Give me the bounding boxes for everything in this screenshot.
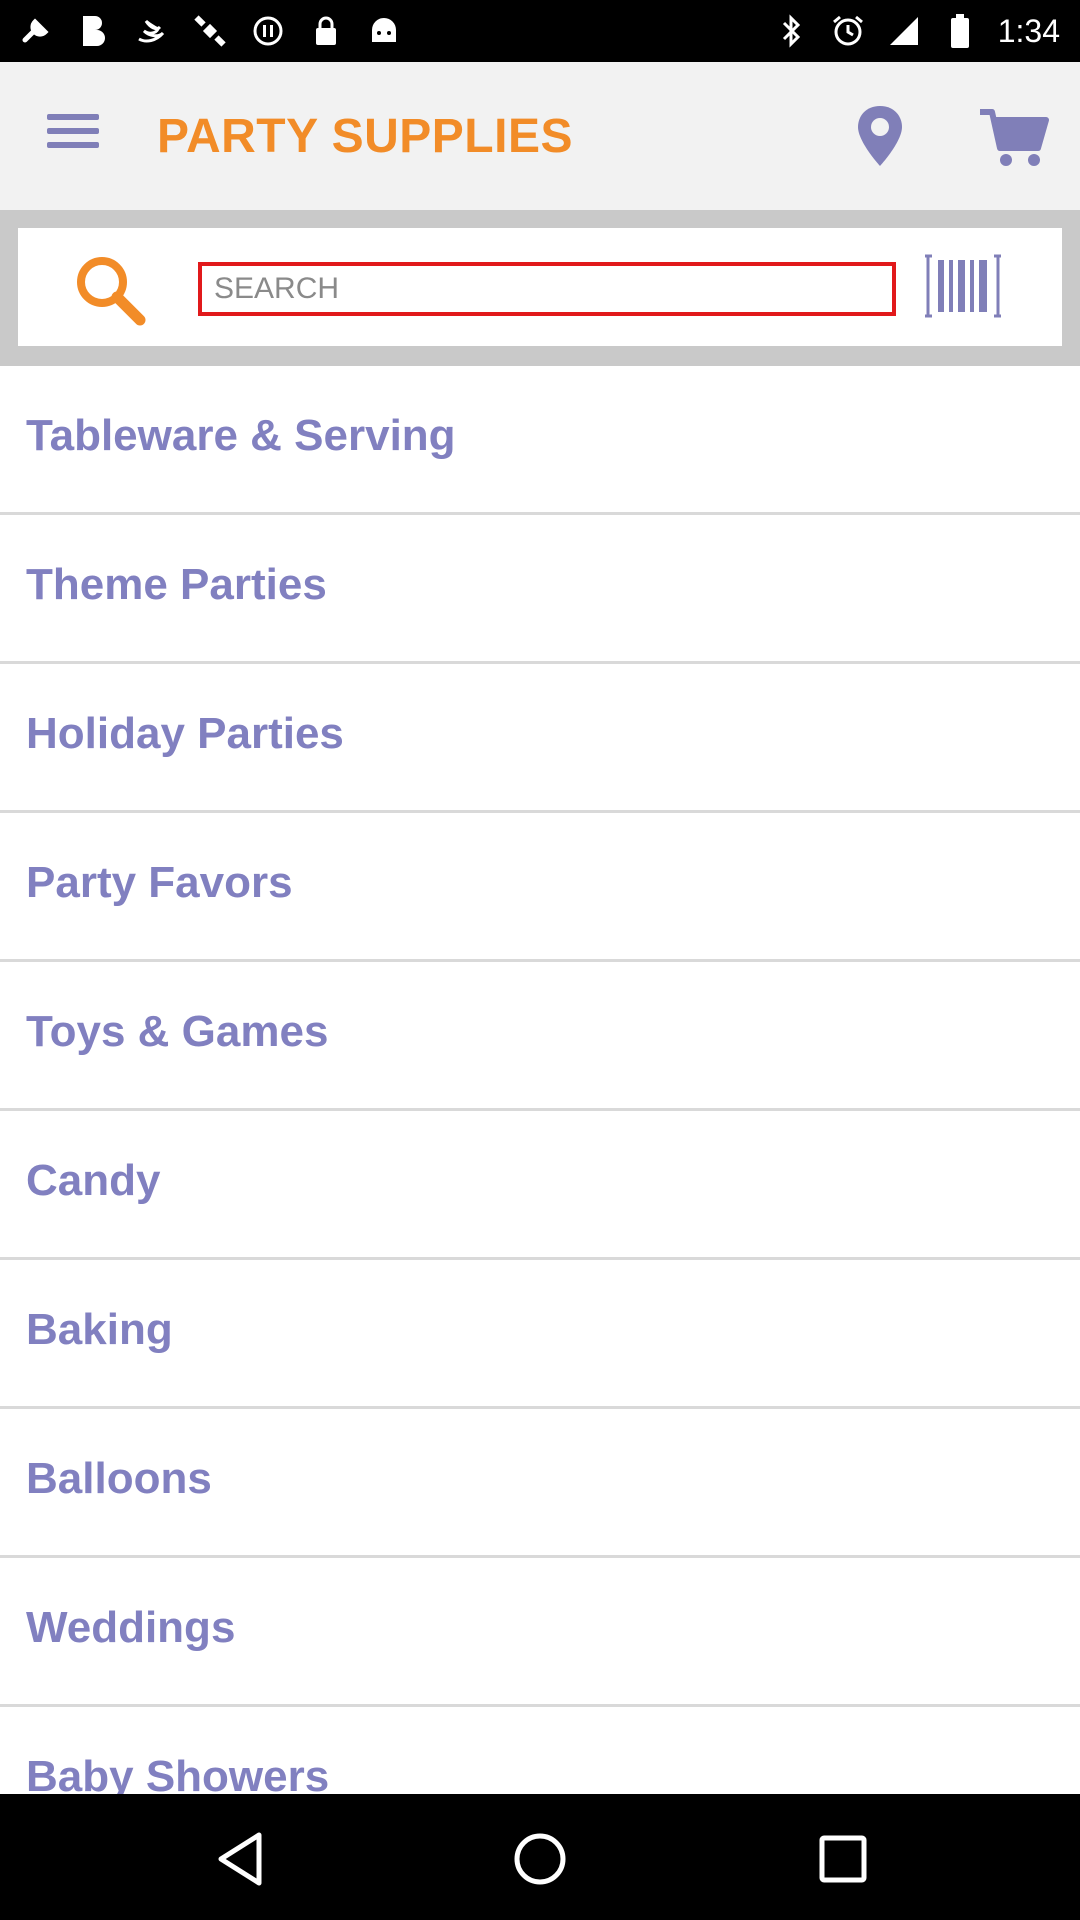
android-icon [366,13,402,49]
status-time: 1:34 [997,12,1060,49]
menu-icon-line [47,114,99,120]
list-item[interactable]: Weddings [0,1558,1080,1707]
category-label: Weddings [26,1603,236,1652]
wrench-icon [18,13,54,49]
category-label: Party Favors [26,858,293,907]
status-bar-right-icons: 1:34 [774,10,1060,52]
list-item[interactable]: Holiday Parties [0,664,1080,813]
list-item[interactable]: Theme Parties [0,515,1080,664]
list-item[interactable]: Balloons [0,1409,1080,1558]
nav-home-button[interactable] [505,1824,575,1894]
nav-back-button[interactable] [205,1824,275,1894]
list-item[interactable]: Toys & Games [0,962,1080,1111]
bold-b-icon [76,13,112,49]
search-area [0,210,1080,366]
barcode-icon [925,254,1001,318]
category-label: Tableware & Serving [26,411,456,460]
list-item[interactable]: Baking [0,1260,1080,1409]
list-item[interactable]: Tableware & Serving [0,366,1080,515]
search-box [18,228,1062,346]
status-bar-left-icons [18,10,402,52]
barcode-scan-button[interactable] [924,252,1002,320]
bluetooth-icon [774,13,810,49]
list-item[interactable]: Party Favors [0,813,1080,962]
category-label: Theme Parties [26,560,327,609]
page-title: PARTY SUPPLIES [157,110,573,163]
alarm-icon [830,13,866,49]
category-list: Tableware & Serving Theme Parties Holida… [0,366,1080,1856]
cart-button[interactable] [978,106,1050,170]
home-icon [514,1833,566,1885]
location-button[interactable] [850,102,910,172]
satellite-icon [192,13,228,49]
recents-icon [819,1835,867,1883]
status-bar: 1:34 [0,0,1080,62]
signal-icon [886,13,922,49]
menu-icon-line [47,128,99,134]
category-label: Balloons [26,1454,212,1503]
search-button[interactable] [72,252,148,328]
category-label: Toys & Games [26,1007,329,1056]
shopping-cart-icon [980,109,1049,166]
swift-icon [134,13,170,49]
menu-button[interactable] [40,106,106,166]
location-pin-icon [858,106,902,166]
lock-icon [308,13,344,49]
category-label: Candy [26,1156,161,1205]
menu-icon-line [47,142,99,148]
pause-circle-icon [250,13,286,49]
app-bar: PARTY SUPPLIES [0,62,1080,210]
back-icon [218,1832,262,1886]
system-nav-bar [0,1794,1080,1920]
list-item[interactable]: Candy [0,1111,1080,1260]
category-label: Holiday Parties [26,709,344,758]
nav-recents-button[interactable] [808,1824,878,1894]
search-icon [77,257,146,326]
battery-icon [942,13,978,49]
category-label: Baking [26,1305,173,1354]
search-input[interactable] [198,262,896,316]
